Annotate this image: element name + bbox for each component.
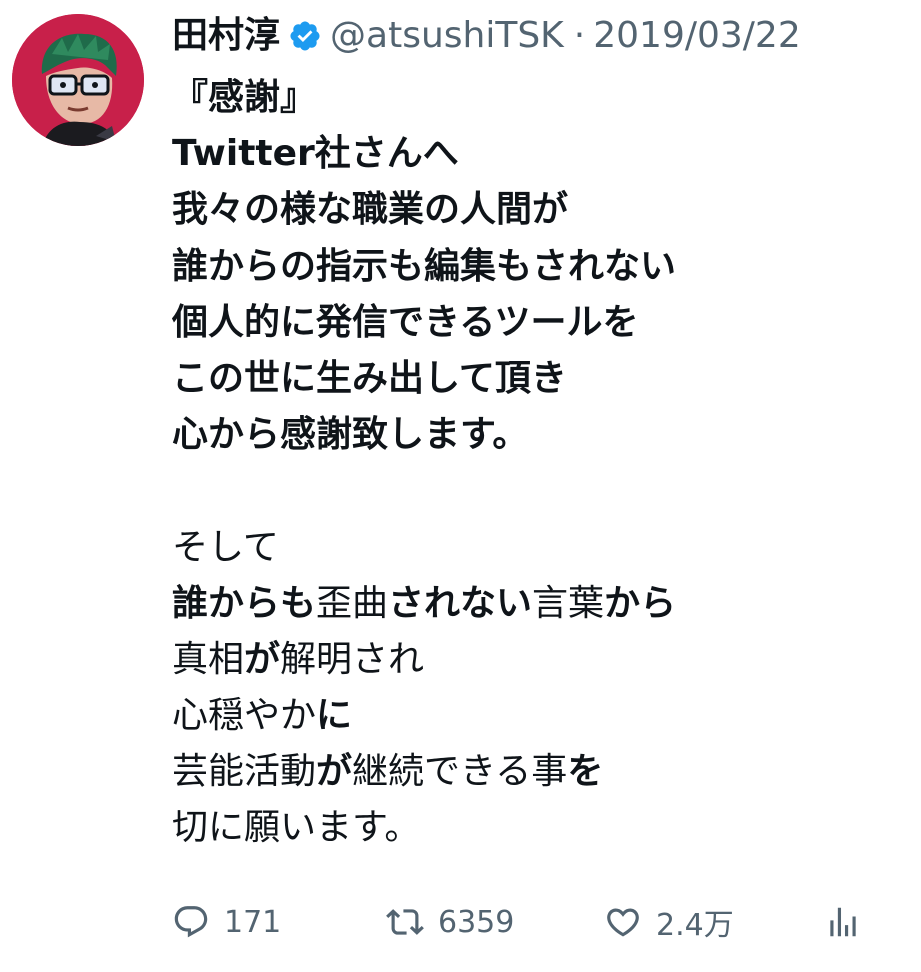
retweet-button[interactable]: 6359 [386,896,514,948]
tweet-text-segment: 継続できる事 [352,751,568,793]
tweet-text-segment: 心から感謝致します。 [172,414,529,456]
avatar-image [12,14,144,146]
tweet-text-line: 心穏やかに [172,688,912,744]
tweet-text-segment: 我々の様な職業の人間が [172,189,569,231]
tweet-text-line [172,463,912,519]
reply-count: 171 [224,904,282,940]
retweet-icon [386,909,424,935]
tweet-text-line: 『感謝』 [172,70,912,126]
tweet-text-segment: 解明され [280,638,425,680]
tweet-text-line: Twitter社さんへ [172,126,912,182]
views-button[interactable] [824,896,876,948]
tweet-text-segment: が [244,638,281,680]
tweet-text-line: そして [172,520,912,576]
tweet-text-segment: 『感謝』 [172,77,317,118]
tweet-text-segment: が [316,751,353,793]
display-name[interactable]: 田村淳 [172,8,280,64]
tweet-text-segment: 真相 [172,638,245,680]
tweet-text-segment: そして [172,526,279,568]
tweet-text: 『感謝』 Twitter社さんへ我々の様な職業の人間が誰からの指示も編集もされない… [172,70,912,857]
like-button[interactable]: 2.4万 [604,896,734,948]
tweet-text-segment: 切に願います。 [172,807,421,849]
tweet-text-segment: この世に生み出して頂き [172,357,567,399]
verified-badge-icon [290,21,320,51]
tweet-text-line: 誰からも歪曲されない言葉から [172,576,912,632]
tweet-actions: 171 6359 2.4万 [172,896,872,948]
separator-dot: · [573,15,586,56]
tweet-text-line: 誰からの指示も編集もされない [172,239,912,295]
tweet-text-segment: を [567,751,604,793]
tweet-text-segment: 歪曲 [316,582,389,624]
tweet-text-segment: 個人的に発信できるツールを [172,301,639,343]
tweet-text-line: 個人的に発信できるツールを [172,295,912,351]
tweet-text-segment: 心穏やか [172,695,317,737]
tweet-text-segment: 言葉 [532,582,605,624]
tweet-text-segment: 誰からの指示も編集もされない [172,245,677,287]
tweet-text-segment: Twitter社さんへ [172,133,459,175]
tweet-text-segment: から [604,582,677,624]
tweet-text-line: この世に生み出して頂き [172,351,912,407]
like-count: 2.4万 [656,908,734,943]
tweet-text-line: 心から感謝致します。 [172,407,912,463]
tweet-text-line: 真相が解明され [172,632,912,688]
tweet-text-line: 我々の様な職業の人間が [172,182,912,238]
retweet-count: 6359 [438,904,515,940]
user-handle[interactable]: @atsushiTSK [330,8,564,64]
tweet-date[interactable]: 2019/03/22 [593,8,801,64]
reply-button[interactable]: 171 [172,896,281,948]
heart-icon [607,908,639,937]
tweet-header: 田村淳 @atsushiTSK · 2019/03/22 [172,8,801,64]
tweet-text-segment: 誰からも [172,582,317,624]
reply-icon [174,906,208,938]
tweet-text-segment: されない [388,582,533,624]
analytics-icon [830,907,856,937]
tweet[interactable]: 田村淳 @atsushiTSK · 2019/03/22 『感謝』 Twitter… [0,0,921,972]
avatar[interactable] [12,14,144,146]
tweet-text-segment: 芸能活動 [172,751,317,793]
tweet-text-segment: に [316,695,353,737]
tweet-text-line: 芸能活動が継続できる事を [172,744,912,800]
tweet-text-line: 切に願います。 [172,800,912,856]
